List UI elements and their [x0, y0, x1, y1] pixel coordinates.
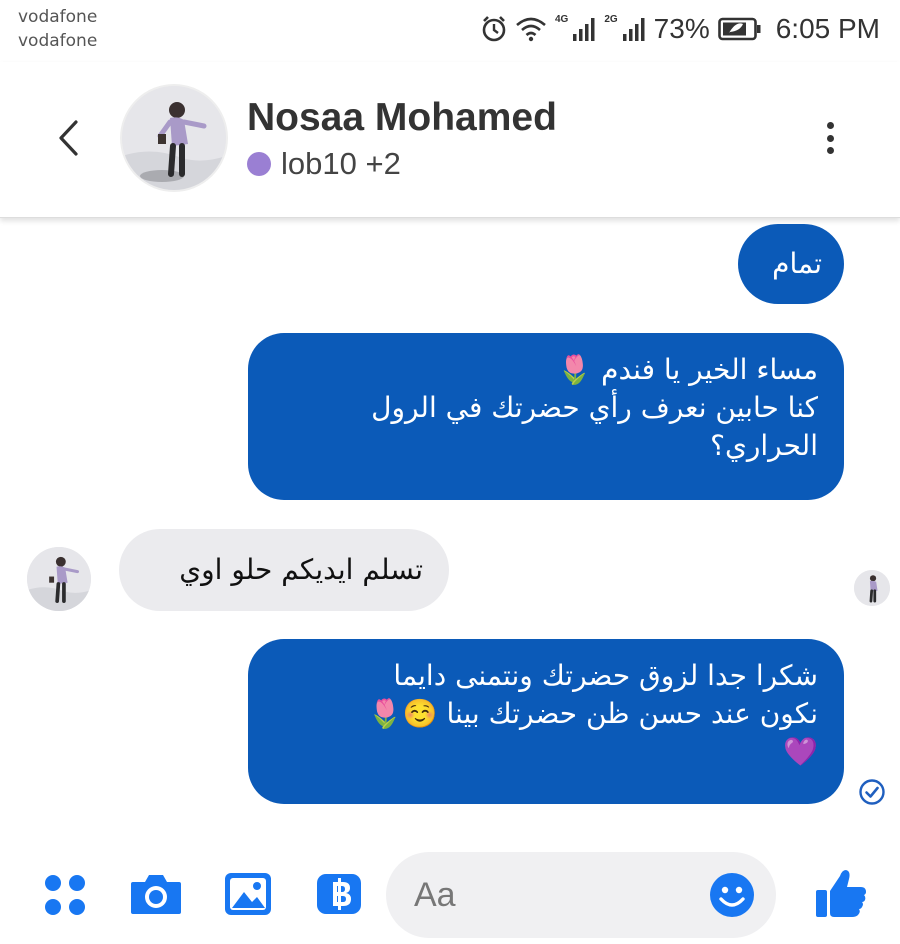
like-button[interactable]	[812, 864, 870, 922]
message-input-placeholder: Aa	[414, 876, 456, 914]
conversation-header: Nosaa Mohamed lob10 +2	[0, 62, 900, 218]
battery-saver-icon	[717, 17, 762, 41]
outgoing-message[interactable]: مساء الخير يا فندم 🌷 كنا حابين نعرف رأي …	[248, 333, 844, 500]
contact-name[interactable]: Nosaa Mohamed	[247, 96, 557, 140]
more-options-button[interactable]	[812, 118, 848, 158]
carrier-label-secondary: vodafone	[18, 31, 98, 51]
message-text: شكرا جدا لزوق حضرتك ونتمنى دايما	[393, 659, 818, 692]
incoming-message[interactable]: تسلم ايديكم حلو اوي	[119, 529, 449, 611]
message-composer: Aa	[0, 846, 900, 944]
dot	[826, 134, 834, 142]
pay-button[interactable]	[313, 868, 365, 920]
contact-avatar[interactable]	[120, 84, 228, 192]
message-text: كنا حابين نعرف رأي حضرتك في الرول	[371, 391, 818, 424]
carrier-label: vodafone	[18, 7, 98, 27]
clock: 6:05 PM	[775, 13, 880, 44]
signal-icon	[572, 16, 596, 42]
wifi-icon	[515, 16, 547, 42]
person-photo-icon	[854, 570, 890, 606]
camera-icon	[131, 875, 181, 914]
message-text: تسلم ايديكم حلو اوي	[179, 553, 423, 586]
message-text: مساء الخير يا فندم 🌷	[557, 353, 818, 386]
person-photo-icon	[122, 86, 226, 190]
message-text: نكون عند حسن ظن حضرتك بينا ☺️🌷	[367, 697, 818, 730]
seen-by-avatar	[854, 570, 890, 606]
message-input[interactable]: Aa	[386, 852, 776, 938]
thumbs-up-icon	[816, 870, 866, 917]
alarm-icon	[481, 15, 507, 43]
message-text: 💜	[783, 735, 818, 768]
subtitle-text: lob10 +2	[281, 146, 401, 181]
delivered-check-icon	[859, 779, 885, 805]
outgoing-message[interactable]: شكرا جدا لزوق حضرتك ونتمنى دايما نكون عن…	[248, 639, 844, 804]
chevron-left-icon	[59, 120, 78, 156]
message-text: الحراري؟	[710, 429, 818, 462]
status-icons: 4G 2G 73% 6:05 PM	[481, 12, 880, 46]
camera-button[interactable]	[128, 868, 184, 920]
gallery-button[interactable]	[222, 868, 274, 920]
signal-icon-secondary	[622, 16, 646, 42]
network-type-label: 4G	[554, 14, 569, 25]
four-dots-icon	[45, 875, 85, 915]
dot	[826, 122, 834, 129]
image-icon	[225, 873, 271, 915]
payment-icon	[317, 874, 361, 914]
person-photo-icon	[27, 547, 91, 611]
emoji-icon[interactable]	[709, 872, 755, 918]
message-text: تمام	[772, 247, 822, 280]
network-type-label-secondary: 2G	[604, 14, 618, 25]
contact-subtitle: lob10 +2	[247, 146, 401, 182]
status-bar: vodafone vodafone 4G 2G 73% 6:05 PM	[0, 0, 900, 62]
back-button[interactable]	[50, 114, 86, 162]
dot	[826, 147, 834, 154]
sender-avatar[interactable]	[27, 547, 91, 611]
battery-percent: 73%	[653, 13, 710, 44]
status-dot	[247, 152, 271, 176]
apps-button[interactable]	[40, 870, 90, 920]
outgoing-message[interactable]: تمام	[738, 224, 844, 304]
